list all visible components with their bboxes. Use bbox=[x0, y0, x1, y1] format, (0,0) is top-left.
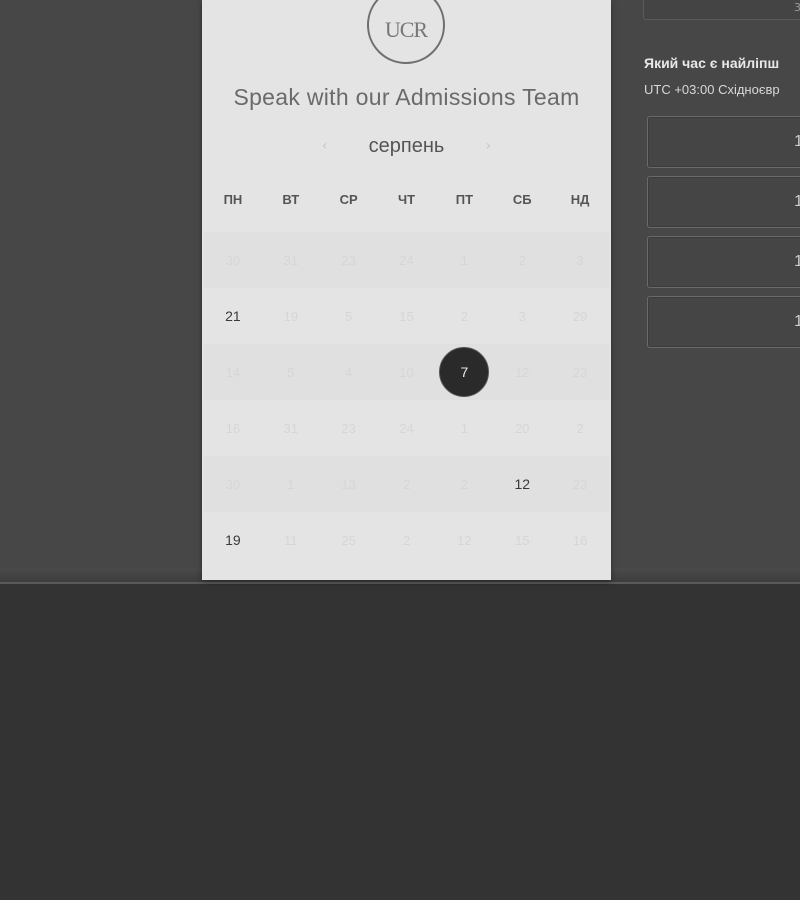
calendar-day-disabled: 16 bbox=[572, 532, 588, 548]
calendar-day-disabled: 16 bbox=[225, 420, 241, 436]
time-slot-label: 1 bbox=[794, 133, 800, 150]
calendar-day-disabled: 2 bbox=[402, 476, 411, 492]
backdrop-bottom bbox=[0, 584, 800, 900]
calendar-day-disabled: 1 bbox=[460, 420, 468, 436]
calendar-day-disabled: 19 bbox=[283, 308, 299, 324]
calendar-day-disabled: 23 bbox=[341, 420, 356, 436]
calendar-week-row: 16 31 23 24 1 20 2 bbox=[204, 400, 609, 456]
calendar-day-disabled: 30 bbox=[225, 252, 241, 268]
calendar-day-disabled: 13 bbox=[341, 476, 356, 492]
calendar-day-disabled: 2 bbox=[460, 308, 468, 324]
weekday-label: ПТ bbox=[455, 192, 474, 207]
calendar-day-disabled: 24 bbox=[399, 252, 414, 268]
chevron-left-icon[interactable]: ‹ bbox=[313, 138, 337, 154]
calendar-day-disabled: 15 bbox=[399, 308, 414, 324]
weekday-label: СБ bbox=[512, 192, 532, 207]
calendar-day-disabled: 1 bbox=[460, 252, 468, 268]
calendar-day-disabled: 2 bbox=[460, 476, 468, 492]
calendar-day-available[interactable]: 12 bbox=[493, 456, 551, 512]
calendar-day-disabled: 12 bbox=[457, 532, 472, 548]
calendar-card: UCR Speak with our Admissions Team ‹ сер… bbox=[202, 0, 611, 580]
calendar-week-row: 19 11 25 2 12 15 16 bbox=[204, 512, 609, 568]
calendar-day-available[interactable]: 21 bbox=[204, 288, 262, 344]
calendar-day-disabled: 12 bbox=[514, 364, 530, 380]
calendar-day-disabled: 15 bbox=[514, 532, 530, 548]
calendar-day-disabled: 23 bbox=[572, 364, 588, 380]
weekday-label: ЧТ bbox=[397, 192, 416, 207]
calendar-day-disabled: 1 bbox=[287, 476, 295, 492]
weekday-header: ПН ВТ СР ЧТ ПТ СБ НД bbox=[204, 192, 609, 207]
calendar-day-disabled: 2 bbox=[518, 252, 526, 268]
right-panel: 30 Який час є найліпш UTC +03:00 Східноє… bbox=[643, 0, 800, 360]
calendar-day-disabled: 25 bbox=[341, 532, 356, 548]
weekday-label: ВТ bbox=[282, 192, 300, 207]
calendar-day-disabled: 4 bbox=[345, 364, 353, 380]
calendar-day-disabled: 3 bbox=[576, 252, 584, 268]
calendar-day-available[interactable]: 19 bbox=[204, 512, 262, 568]
chevron-right-icon[interactable]: › bbox=[476, 138, 500, 154]
calendar-week-row: 30 1 13 2 2 12 23 bbox=[204, 456, 609, 512]
day-grid: 30 31 23 24 1 2 3 21 19 5 15 2 3 29 14 5 4 10 7 12 23 16 31 23 2… bbox=[204, 232, 609, 568]
calendar-day-disabled: 14 bbox=[225, 364, 241, 380]
time-slot-button[interactable]: 1 bbox=[647, 176, 800, 228]
time-question: Який час є найліпш bbox=[644, 55, 780, 71]
calendar-week-row: 30 31 23 24 1 2 3 bbox=[204, 232, 609, 288]
weekday-label: НД bbox=[570, 192, 590, 207]
timezone-selector[interactable]: UTC +03:00 Східноєвр bbox=[644, 82, 780, 97]
calendar-day-selected[interactable]: 7 bbox=[435, 344, 493, 400]
page: UCR Speak with our Admissions Team ‹ сер… bbox=[0, 0, 800, 900]
time-slot-label: 1 bbox=[794, 193, 800, 210]
calendar-day-disabled: 5 bbox=[287, 364, 295, 380]
time-slot-label: 1 bbox=[794, 313, 800, 330]
calendar-day-disabled: 31 bbox=[283, 252, 299, 268]
weekday-label: СР bbox=[339, 192, 358, 207]
calendar-day-disabled: 31 bbox=[283, 420, 299, 436]
selected-day-marker: 7 bbox=[439, 347, 490, 397]
logo-text: UCR bbox=[384, 17, 428, 42]
calendar-day-disabled: 23 bbox=[572, 476, 588, 492]
weekday-label: ПН bbox=[223, 192, 243, 207]
calendar-week-row: 21 19 5 15 2 3 29 bbox=[204, 288, 609, 344]
time-slot-button[interactable]: 1 bbox=[647, 116, 800, 168]
calendar-day-disabled: 11 bbox=[284, 532, 298, 548]
calendar-day-disabled: 29 bbox=[572, 308, 588, 324]
calendar-day-disabled: 30 bbox=[225, 476, 241, 492]
card-title: Speak with our Admissions Team bbox=[233, 84, 580, 110]
time-slot-button[interactable]: 1 bbox=[647, 236, 800, 288]
top-field[interactable]: 30 bbox=[643, 0, 800, 20]
month-label: серпень bbox=[368, 134, 445, 157]
month-navigation: ‹ серпень › bbox=[202, 132, 611, 160]
calendar-day-disabled: 2 bbox=[576, 420, 584, 436]
time-slot-button[interactable]: 1 bbox=[647, 296, 800, 348]
calendar-day-disabled: 2 bbox=[402, 532, 411, 548]
ucr-logo: UCR bbox=[367, 0, 445, 64]
calendar-day-disabled: 20 bbox=[514, 420, 530, 436]
calendar-day-disabled: 3 bbox=[518, 308, 526, 324]
time-slot-label: 1 bbox=[794, 253, 800, 270]
calendar-day-disabled: 5 bbox=[345, 308, 353, 324]
calendar-week-row: 14 5 4 10 7 12 23 bbox=[204, 344, 609, 400]
calendar-day-disabled: 23 bbox=[341, 252, 356, 268]
calendar-day-disabled: 10 bbox=[399, 364, 414, 380]
calendar-day-disabled: 24 bbox=[399, 420, 414, 436]
